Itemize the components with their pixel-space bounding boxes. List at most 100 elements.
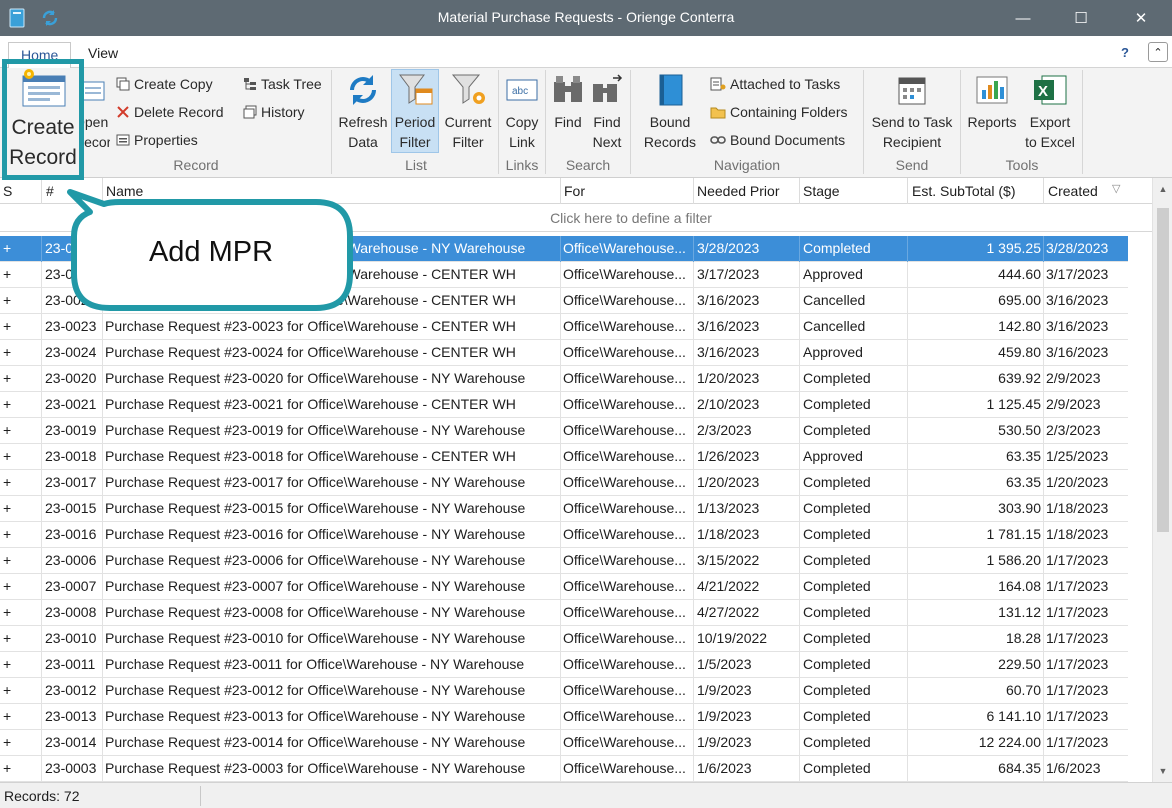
ribbon: Create Record Open Record Create Copy De… [0,68,1172,178]
close-icon: ✕ [1134,10,1148,27]
close-button[interactable]: ✕ [1118,0,1164,36]
table-row[interactable]: +23-0024 Purchase Request #23-0024 for Of… [0,340,1128,366]
cell-divider [799,314,800,340]
column-header-created[interactable]: Created [1048,183,1098,199]
cell-divider [907,574,908,600]
folder-icon [710,107,726,119]
cell-s: + [3,474,12,490]
history-button[interactable]: History [243,101,305,123]
cell-divider [799,600,800,626]
column-header-s[interactable]: S [3,183,12,199]
column-header-for[interactable]: For [564,183,585,199]
vertical-scrollbar[interactable]: ▲ ▼ [1152,178,1172,782]
table-row[interactable]: +23-0015 Purchase Request #23-0015 for Of… [0,496,1128,522]
minimize-button[interactable]: — [1000,0,1046,36]
properties-button[interactable]: Properties [116,129,198,151]
cell-stage: Cancelled [803,318,866,334]
sort-descending-icon[interactable]: ▽ [1112,182,1120,195]
cell-total: 684.35 [998,760,1041,776]
open-record-label: Open Record [80,114,110,150]
cell-divider [693,548,694,574]
cell-divider [41,314,42,340]
column-header-subtotal[interactable]: Est. SubTotal ($) [912,183,1016,199]
cell-divider [799,522,800,548]
cell-s: + [3,578,12,594]
cell-for: Office\Warehouse... [563,240,686,256]
table-row[interactable]: +23-0008 Purchase Request #23-0008 for Of… [0,600,1128,626]
containing-folders-button[interactable]: Containing Folders [710,101,848,123]
cell-s: + [3,370,12,386]
send-to-task-recipient-button[interactable]: Send to Task Recipient [866,72,958,152]
scroll-up-icon[interactable]: ▲ [1153,180,1172,198]
cell-divider [560,366,561,392]
cell-id: 23-0014 [45,734,97,750]
current-filter-button[interactable]: Current Filter [440,72,496,152]
table-row[interactable]: +23-0021 Purchase Request #23-0021 for Of… [0,392,1128,418]
refresh-data-button[interactable]: Refresh Data [336,72,390,152]
copy-link-button[interactable]: abc Copy Link [501,72,543,152]
cell-divider [907,704,908,730]
maximize-button[interactable]: ☐ [1058,0,1104,36]
find-next-button[interactable]: Find Next [589,72,625,152]
delete-record-button[interactable]: Delete Record [116,101,224,123]
cell-total: 639.92 [998,370,1041,386]
cell-id: 23-0016 [45,526,97,542]
column-header-needed-prior[interactable]: Needed Prior [697,183,780,199]
cell-name: Purchase Request #23-0018 for Office\War… [105,448,516,464]
cell-created: 3/16/2023 [1046,318,1109,334]
find-button[interactable]: Find [549,72,587,132]
cell-divider [1043,262,1044,288]
tab-view[interactable]: View [88,45,118,61]
table-row[interactable]: +23-0019 Purchase Request #23-0019 for Of… [0,418,1128,444]
scroll-thumb[interactable] [1157,208,1169,532]
cell-divider [102,496,103,522]
cell-divider [799,366,800,392]
table-row[interactable]: +23-0020 Purchase Request #23-0020 for Of… [0,366,1128,392]
attached-to-tasks-button[interactable]: Attached to Tasks [710,73,840,95]
period-filter-button[interactable]: Period Filter [391,72,439,152]
table-row[interactable]: +23-0003 Purchase Request #23-0003 for Of… [0,756,1128,782]
table-row[interactable]: +23-0017 Purchase Request #23-0017 for Of… [0,470,1128,496]
cell-id: 23-0024 [45,344,97,360]
table-row[interactable]: +23-0006 Purchase Request #23-0006 for Of… [0,548,1128,574]
cell-created: 1/6/2023 [1046,760,1101,776]
table-row[interactable]: +23-0010 Purchase Request #23-0010 for Of… [0,626,1128,652]
bound-records-button[interactable]: Bound Records [634,72,706,152]
cell-needed: 1/9/2023 [697,682,752,698]
table-row[interactable]: +23-0014 Purchase Request #23-0014 for Of… [0,730,1128,756]
open-record-button[interactable]: Open Record [80,78,110,152]
cell-divider [1043,730,1044,756]
cell-divider [693,288,694,314]
group-separator [630,70,631,174]
cell-for: Office\Warehouse... [563,396,686,412]
task-tree-button[interactable]: Task Tree [243,73,322,95]
cell-divider [560,340,561,366]
table-row[interactable]: +23-0016 Purchase Request #23-0016 for Of… [0,522,1128,548]
cell-divider [41,704,42,730]
cell-divider [41,496,42,522]
cell-divider [560,522,561,548]
cell-needed: 1/6/2023 [697,760,752,776]
table-row[interactable]: +23-0023 Purchase Request #23-0023 for Of… [0,314,1128,340]
column-header-number[interactable]: # [46,183,54,199]
cell-for: Office\Warehouse... [563,708,686,724]
cell-id: 23-0011 [45,656,96,672]
create-copy-button[interactable]: Create Copy [116,73,213,95]
table-row[interactable]: +23-0011 Purchase Request #23-0011 for Of… [0,652,1128,678]
cell-s: + [3,344,12,360]
ribbon-collapse-button[interactable]: ⌃ [1148,42,1168,62]
properties-icon [116,134,130,146]
cell-divider [907,652,908,678]
column-header-stage[interactable]: Stage [803,183,840,199]
table-row[interactable]: +23-0018 Purchase Request #23-0018 for Of… [0,444,1128,470]
table-row[interactable]: +23-0013 Purchase Request #23-0013 for Of… [0,704,1128,730]
reports-button[interactable]: Reports [964,72,1020,132]
cell-needed: 1/9/2023 [697,734,752,750]
scroll-down-icon[interactable]: ▼ [1153,762,1172,780]
bound-documents-button[interactable]: Bound Documents [710,129,845,151]
help-icon[interactable]: ? [1120,45,1134,59]
table-row[interactable]: +23-0007 Purchase Request #23-0007 for Of… [0,574,1128,600]
table-row[interactable]: +23-0012 Purchase Request #23-0012 for Of… [0,678,1128,704]
export-to-excel-button[interactable]: X Export to Excel [1022,72,1078,152]
refresh-data-label: Refresh Data [338,114,388,150]
